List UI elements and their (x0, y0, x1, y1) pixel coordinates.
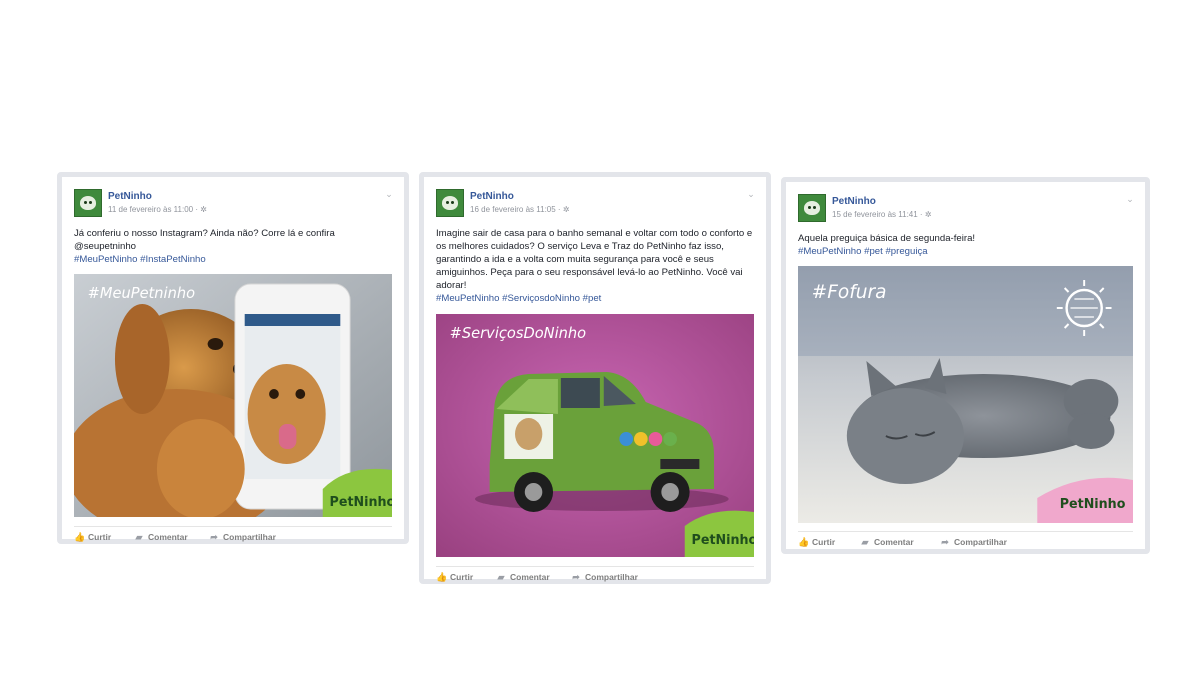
page-avatar[interactable] (74, 189, 102, 217)
globe-icon: ✲ (562, 205, 570, 214)
post-card-cat: PetNinho 15 de fevereiro às 11:41 · ✲ ⌄ … (781, 177, 1150, 554)
comment-icon: ▰ (135, 532, 143, 542)
brand-logo: PetNinho (330, 495, 392, 510)
post-text: Imagine sair de casa para o banho semana… (436, 228, 754, 305)
share-button[interactable]: ➦ Compartilhar (940, 537, 1007, 548)
post-timestamp[interactable]: 11 de fevereiro às 11:00 · ✲ (108, 205, 207, 214)
chevron-down-icon[interactable]: ⌄ (744, 187, 758, 201)
photo-tag: #MeuPetninho (88, 285, 195, 302)
chevron-down-icon[interactable]: ⌄ (382, 187, 396, 201)
comment-icon: ▰ (497, 572, 505, 582)
page-name-link[interactable]: PetNinho (470, 191, 514, 202)
post-card-van: PetNinho 16 de fevereiro às 11:05 · ✲ ⌄ … (419, 172, 771, 584)
post-text: Já conferiu o nosso Instagram? Ainda não… (74, 227, 392, 266)
comment-icon: ▰ (861, 537, 869, 547)
comment-button[interactable]: ▰ Comentar (496, 572, 550, 583)
post-hashtags[interactable]: #MeuPetNinho #InstaPetNinho (74, 253, 392, 266)
share-arrow-icon: ➦ (210, 532, 218, 542)
page-name-link[interactable]: PetNinho (832, 196, 876, 207)
van-image: #ServiçosDoNinho PetNinho (436, 314, 754, 557)
brand-logo: PetNinho (692, 533, 754, 548)
dog-selfie-image: #MeuPetninho PetNinho (74, 274, 392, 517)
share-button[interactable]: ➦ Compartilhar (571, 572, 638, 583)
post-actions: 👍 Curtir ▰ Comentar ➦ Compartilhar (798, 531, 1133, 553)
thumbs-up-icon: 👍 (798, 537, 810, 547)
post-timestamp[interactable]: 16 de fevereiro às 11:05 · ✲ (470, 205, 570, 214)
comment-button[interactable]: ▰ Comentar (134, 532, 188, 543)
post-photo[interactable]: #ServiçosDoNinho PetNinho (436, 314, 754, 557)
page-avatar[interactable] (798, 194, 826, 222)
photo-tag: #ServiçosDoNinho (450, 325, 586, 342)
post-actions: 👍 Curtir ▰ Comentar ➦ Compartilhar (74, 526, 392, 548)
post-text: Aquela preguiça básica de segunda-feira!… (798, 232, 1133, 258)
like-button[interactable]: 👍 Curtir (798, 537, 835, 548)
like-button[interactable]: 👍 Curtir (74, 532, 111, 543)
chevron-down-icon[interactable]: ⌄ (1123, 192, 1137, 206)
sleeping-cat-image: #Fofura PetNinho (798, 266, 1133, 523)
post-hashtags[interactable]: #MeuPetNinho #ServiçosdoNinho #pet (436, 292, 754, 305)
page-avatar[interactable] (436, 189, 464, 217)
share-button[interactable]: ➦ Compartilhar (209, 532, 276, 543)
brand-logo: PetNinho (1060, 497, 1126, 512)
share-arrow-icon: ➦ (572, 572, 580, 582)
page-name-link[interactable]: PetNinho (108, 191, 152, 202)
globe-icon: ✲ (924, 210, 932, 219)
like-button[interactable]: 👍 Curtir (436, 572, 473, 583)
post-actions: 👍 Curtir ▰ Comentar ➦ Compartilhar (436, 566, 754, 588)
thumbs-up-icon: 👍 (436, 572, 448, 582)
globe-icon: ✲ (200, 205, 207, 214)
post-photo[interactable]: #MeuPetninho PetNinho (74, 274, 392, 517)
post-card-instagram: PetNinho 11 de fevereiro às 11:00 · ✲ ⌄ … (57, 172, 409, 544)
thumbs-up-icon: 👍 (74, 532, 86, 542)
post-photo[interactable]: #Fofura PetNinho (798, 266, 1133, 523)
photo-tag: #Fofura (812, 282, 887, 303)
post-timestamp[interactable]: 15 de fevereiro às 11:41 · ✲ (832, 210, 932, 219)
post-hashtags[interactable]: #MeuPetNinho #pet #preguiça (798, 245, 1133, 258)
share-arrow-icon: ➦ (941, 537, 949, 547)
comment-button[interactable]: ▰ Comentar (860, 537, 914, 548)
